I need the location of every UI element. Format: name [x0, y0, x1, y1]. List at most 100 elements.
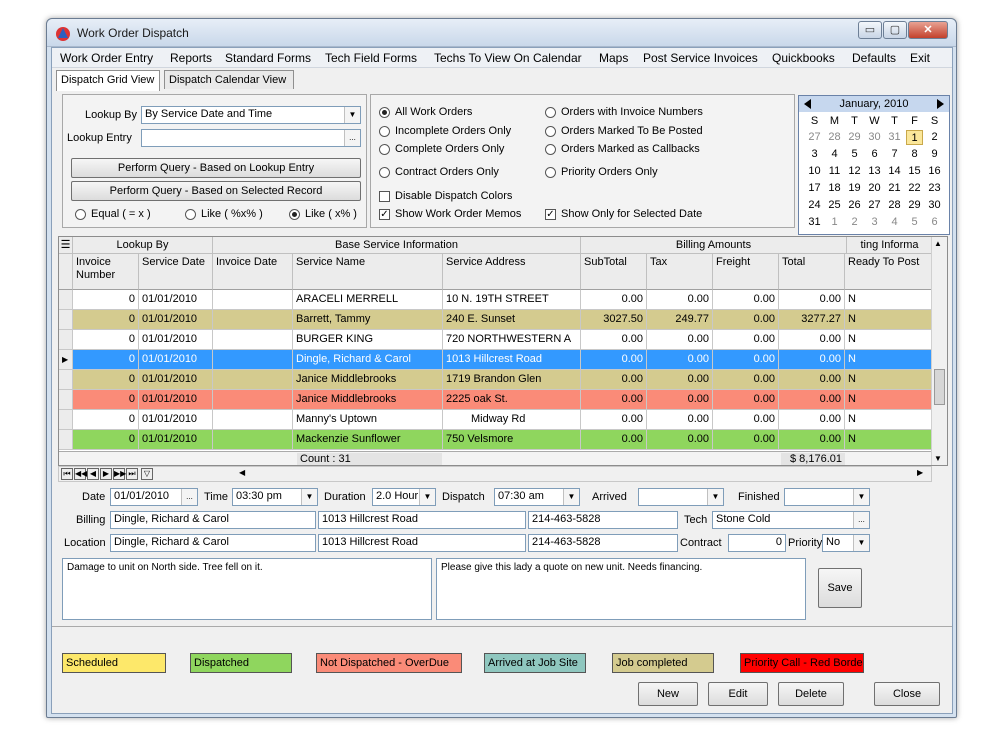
- calendar-day[interactable]: 3: [866, 215, 883, 230]
- nav-next-page-icon[interactable]: ▶▶: [113, 468, 126, 480]
- calendar-day[interactable]: 28: [886, 198, 903, 213]
- perform-query-lookup-entry-button[interactable]: Perform Query - Based on Lookup Entry: [71, 158, 361, 178]
- calendar-day[interactable]: 22: [906, 181, 923, 196]
- column-header-freight[interactable]: Freight: [713, 254, 779, 290]
- column-header-subtotal[interactable]: SubTotal: [581, 254, 647, 290]
- calendar-day[interactable]: 10: [806, 164, 823, 179]
- calendar-day[interactable]: 8: [906, 147, 923, 162]
- menu-tech-field-forms[interactable]: Tech Field Forms: [325, 51, 417, 65]
- billing-phone-field[interactable]: 214-463-5828: [528, 511, 678, 529]
- calendar-day[interactable]: 5: [846, 147, 863, 162]
- calendar-day[interactable]: 31: [886, 130, 903, 145]
- table-row[interactable]: 0 01/01/2010 ARACELI MERRELL 10 N. 19TH STR…: [59, 290, 947, 310]
- calendar-day[interactable]: 17: [806, 181, 823, 196]
- column-header-tax[interactable]: Tax: [647, 254, 713, 290]
- finished-select[interactable]: ▼: [784, 488, 870, 506]
- menu-work-order-entry[interactable]: Work Order Entry: [60, 51, 153, 65]
- dispatch-select[interactable]: 07:30 am ▼: [494, 488, 580, 506]
- calendar-day[interactable]: 24: [806, 198, 823, 213]
- arrived-select[interactable]: ▼: [638, 488, 724, 506]
- calendar-day[interactable]: 25: [826, 198, 843, 213]
- calendar-day[interactable]: 1: [906, 130, 923, 145]
- calendar-day[interactable]: 12: [846, 164, 863, 179]
- menu-exit[interactable]: Exit: [910, 51, 930, 65]
- nav-prev-icon[interactable]: ◀: [87, 468, 99, 480]
- billing-name-field[interactable]: Dingle, Richard & Carol: [110, 511, 316, 529]
- scroll-thumb[interactable]: [934, 369, 945, 405]
- table-row[interactable]: 0 01/01/2010 BURGER KING 720 NORTHWESTERN A…: [59, 330, 947, 350]
- row-indicator[interactable]: [59, 430, 73, 450]
- calendar-day[interactable]: 9: [926, 147, 943, 162]
- scroll-up-icon[interactable]: ▲: [934, 239, 942, 248]
- location-name-field[interactable]: Dingle, Richard & Carol: [110, 534, 316, 552]
- menu-defaults[interactable]: Defaults: [852, 51, 896, 65]
- calendar-day[interactable]: 27: [866, 198, 883, 213]
- calendar-day[interactable]: 15: [906, 164, 923, 179]
- calendar-day[interactable]: 4: [886, 215, 903, 230]
- priority-select[interactable]: No ▼: [822, 534, 870, 552]
- row-indicator[interactable]: [59, 310, 73, 330]
- column-header-service-address[interactable]: Service Address: [443, 254, 581, 290]
- calendar-day[interactable]: 16: [926, 164, 943, 179]
- scroll-down-icon[interactable]: ▼: [934, 454, 942, 463]
- match-like-start-radio[interactable]: [289, 209, 300, 220]
- calendar-day[interactable]: 2: [846, 215, 863, 230]
- row-indicator[interactable]: [59, 290, 73, 310]
- menu-quickbooks[interactable]: Quickbooks: [772, 51, 835, 65]
- calendar-day[interactable]: 7: [886, 147, 903, 162]
- work-order-memo-1[interactable]: Damage to unit on North side. Tree fell …: [62, 558, 432, 620]
- table-row[interactable]: 0 01/01/2010 Manny's Uptown Midway Rd 0.00 0.…: [59, 410, 947, 430]
- calendar-day[interactable]: 20: [866, 181, 883, 196]
- tab-dispatch-calendar-view[interactable]: Dispatch Calendar View: [164, 70, 294, 89]
- calendar-day[interactable]: 31: [806, 215, 823, 230]
- column-header-invoice-date[interactable]: Invoice Date: [213, 254, 293, 290]
- calendar-day[interactable]: 30: [926, 198, 943, 213]
- menu-maps[interactable]: Maps: [599, 51, 628, 65]
- filter-callbacks-radio[interactable]: [545, 144, 556, 155]
- work-order-memo-2[interactable]: Please give this lady a quote on new uni…: [436, 558, 806, 620]
- lookup-entry-input[interactable]: ...: [141, 129, 361, 147]
- calendar-day[interactable]: 3: [806, 147, 823, 162]
- column-header-ready-to-post[interactable]: Ready To Post: [845, 254, 933, 290]
- calendar-day[interactable]: 18: [826, 181, 843, 196]
- maximize-button[interactable]: ▢: [883, 21, 907, 39]
- calendar-day[interactable]: 6: [866, 147, 883, 162]
- menu-techs-to-view-on-calendar[interactable]: Techs To View On Calendar: [434, 51, 582, 65]
- calendar-prev-icon[interactable]: [804, 99, 811, 109]
- filter-complete-radio[interactable]: [379, 144, 390, 155]
- table-row[interactable]: ▶ 0 01/01/2010 Dingle, Richard & Carol 1013 …: [59, 350, 947, 370]
- calendar-day[interactable]: 11: [826, 164, 843, 179]
- close-button[interactable]: Close: [874, 682, 940, 706]
- billing-address-field[interactable]: 1013 Hillcrest Road: [318, 511, 526, 529]
- lookup-by-select[interactable]: By Service Date and Time ▼: [141, 106, 361, 124]
- calendar-day[interactable]: 27: [806, 130, 823, 145]
- calendar-day[interactable]: 14: [886, 164, 903, 179]
- time-select[interactable]: 03:30 pm ▼: [232, 488, 318, 506]
- location-phone-field[interactable]: 214-463-5828: [528, 534, 678, 552]
- filter-priority-radio[interactable]: [545, 167, 556, 178]
- column-header-service-name[interactable]: Service Name: [293, 254, 443, 290]
- column-header-invoice-number[interactable]: Invoice Number: [73, 254, 139, 290]
- row-indicator[interactable]: [59, 370, 73, 390]
- date-field[interactable]: 01/01/2010...: [110, 488, 198, 506]
- tech-field[interactable]: Stone Cold...: [712, 511, 870, 529]
- nav-next-icon[interactable]: ▶: [100, 468, 112, 480]
- match-like-both-radio[interactable]: [185, 209, 196, 220]
- new-button[interactable]: New: [638, 682, 698, 706]
- calendar-day[interactable]: 13: [866, 164, 883, 179]
- table-row[interactable]: 0 01/01/2010 Barrett, Tammy 240 E. Sunset 30…: [59, 310, 947, 330]
- ellipsis-button[interactable]: ...: [344, 130, 360, 146]
- duration-select[interactable]: 2.0 Hour ▼: [372, 488, 436, 506]
- menu-post-service-invoices[interactable]: Post Service Invoices: [643, 51, 758, 65]
- nav-last-icon[interactable]: ⏭: [126, 468, 138, 480]
- row-indicator[interactable]: [59, 410, 73, 430]
- match-equal-radio[interactable]: [75, 209, 86, 220]
- minimize-button[interactable]: ▭: [858, 21, 882, 39]
- calendar-day[interactable]: 23: [926, 181, 943, 196]
- calendar-day[interactable]: 30: [866, 130, 883, 145]
- filter-invoice-numbers-radio[interactable]: [545, 107, 556, 118]
- row-indicator[interactable]: [59, 390, 73, 410]
- delete-button[interactable]: Delete: [778, 682, 844, 706]
- calendar-next-icon[interactable]: [937, 99, 944, 109]
- location-address-field[interactable]: 1013 Hillcrest Road: [318, 534, 526, 552]
